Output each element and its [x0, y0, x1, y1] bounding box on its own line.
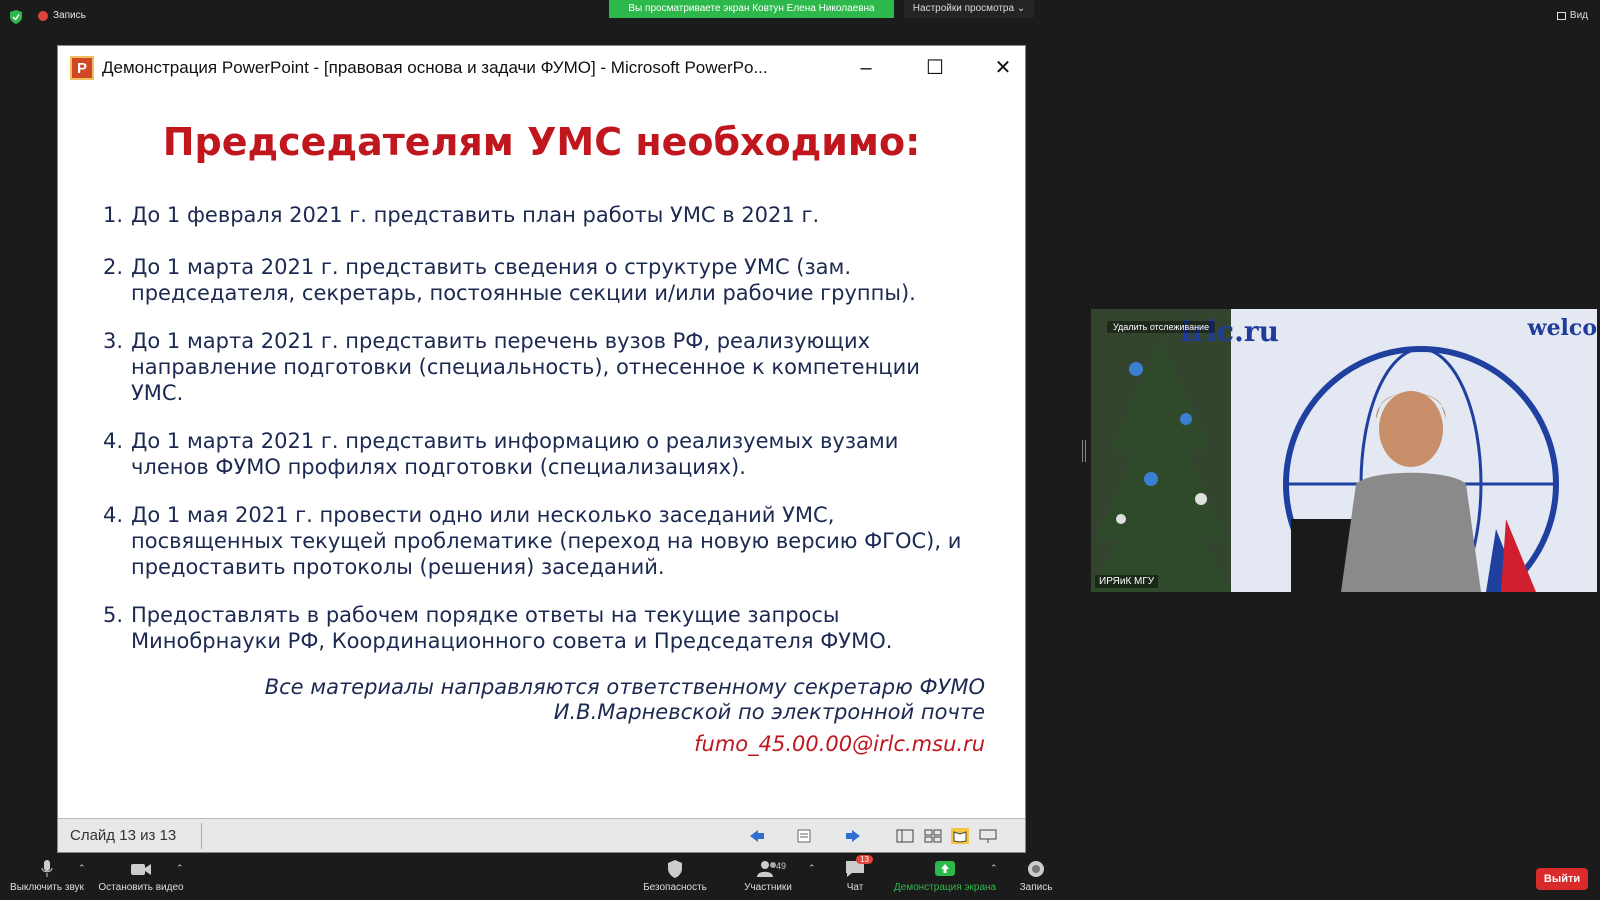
item-text: До 1 мая 2021 г. провести одно или неско… — [131, 503, 962, 579]
participants-label: Участники — [744, 882, 792, 893]
zoom-meeting-window: Запись Вы просматриваете экран Ковтун Ел… — [0, 0, 1600, 900]
ppt-titlebar: P Демонстрация PowerPoint - [правовая ос… — [58, 46, 1025, 90]
status-divider — [201, 823, 202, 849]
leave-meeting-button[interactable]: Выйти — [1536, 868, 1588, 890]
audio-options-caret-icon[interactable]: ⌃ — [78, 863, 86, 874]
item-number: 4. — [103, 429, 124, 453]
share-screen-button[interactable]: Демонстрация экрана — [892, 859, 998, 893]
participants-count: 49 — [776, 861, 787, 871]
slide-item: 4. До 1 мая 2021 г. провести одно или нес… — [103, 502, 991, 580]
item-number: 4. — [103, 503, 124, 527]
item-number: 3. — [103, 329, 124, 353]
participant-video[interactable]: irlc.ru welco Удалить отслеживание ИРЯиК… — [1091, 309, 1597, 592]
item-text: До 1 марта 2021 г. представить информаци… — [131, 429, 899, 479]
security-button[interactable]: Безопасность — [640, 859, 710, 893]
item-text: Предоставлять в рабочем порядке ответы н… — [131, 603, 893, 653]
view-settings-menu[interactable]: Настройки просмотра ⌄ — [904, 0, 1034, 18]
slide-item: 5. Предоставлять в рабочем порядке ответы… — [103, 602, 931, 654]
item-text: До 1 марта 2021 г. представить перечень … — [131, 329, 920, 405]
record-button[interactable]: Запись — [1014, 859, 1058, 893]
share-screen-icon — [935, 861, 955, 876]
next-slide-icon[interactable] — [844, 828, 862, 844]
grid-view-icon — [1556, 11, 1566, 20]
note-line-1: Все материалы направляются ответственном… — [264, 675, 985, 699]
item-number: 2. — [103, 255, 124, 279]
participants-button[interactable]: 49 Участники — [740, 859, 796, 893]
slide-item: 3. До 1 марта 2021 г. представить перечен… — [103, 328, 961, 406]
record-icon — [1028, 861, 1044, 877]
shared-powerpoint-window: P Демонстрация PowerPoint - [правовая ос… — [57, 45, 1026, 853]
chat-button[interactable]: 13 Чат — [840, 855, 873, 893]
record-dot-icon — [38, 10, 48, 21]
slide-item: 4. До 1 марта 2021 г. представить информа… — [103, 428, 941, 480]
video-options-caret-icon[interactable]: ⌃ — [176, 863, 184, 874]
view-label: Вид — [1569, 10, 1588, 21]
slideshow-icon[interactable] — [979, 828, 997, 844]
maximize-icon[interactable]: ☐ — [915, 54, 955, 82]
shield-icon[interactable] — [10, 10, 22, 24]
video-camera-icon — [131, 864, 151, 875]
minimize-icon[interactable]: – — [846, 54, 886, 82]
camera-welcome-text: welco — [1527, 315, 1597, 341]
slide-canvas: Председателям УМС необходимо: 1. До 1 фев… — [58, 90, 1025, 830]
chat-label: Чат — [846, 882, 864, 893]
item-text: До 1 марта 2021 г. представить сведения … — [131, 255, 916, 305]
item-number: 1. — [103, 203, 124, 227]
mute-button[interactable]: Выключить звук — [8, 859, 86, 893]
powerpoint-logo-icon: P — [70, 56, 94, 80]
panel-splitter[interactable] — [1082, 440, 1086, 462]
note-line-2: И.В.Марневской по электронной почте — [553, 700, 985, 724]
stop-video-button[interactable]: Остановить видео — [98, 859, 184, 893]
share-screen-label: Демонстрация экрана — [893, 882, 997, 893]
item-number: 5. — [103, 603, 124, 627]
ppt-status-bar: Слайд 13 из 13 — [58, 818, 1025, 852]
slide-note: Все материалы направляются ответственном… — [265, 675, 985, 725]
slide-item: 2. До 1 марта 2021 г. представить сведени… — [103, 254, 971, 306]
mute-label: Выключить звук — [10, 882, 84, 893]
close-icon[interactable]: ✕ — [983, 54, 1023, 82]
share-options-caret-icon[interactable]: ⌃ — [990, 863, 998, 874]
security-shield-icon — [668, 860, 682, 878]
view-button[interactable]: Вид — [1556, 10, 1588, 21]
record-label: Запись — [1019, 882, 1053, 893]
participant-name: ИРЯиК МГУ — [1095, 575, 1159, 588]
slide-item: 1. До 1 февраля 2021 г. представить план … — [103, 202, 991, 228]
top-bar: Запись Вы просматриваете экран Ковтун Ел… — [0, 0, 1600, 34]
reading-view-icon[interactable] — [951, 828, 969, 844]
recording-label: Запись — [53, 10, 86, 21]
item-text: До 1 февраля 2021 г. представить план ра… — [131, 203, 820, 227]
security-label: Безопасность — [643, 882, 707, 893]
webcam-image — [1091, 309, 1597, 592]
screen-share-banner: Вы просматриваете экран Ковтун Елена Ник… — [609, 0, 894, 18]
slide-title: Председателям УМС необходимо: — [162, 120, 921, 164]
stop-video-label: Остановить видео — [98, 882, 184, 893]
remove-tracking-button[interactable]: Удалить отслеживание — [1107, 321, 1216, 333]
contact-email: fumo_45.00.00@irlc.msu.ru — [694, 732, 985, 756]
slide-sorter-icon[interactable] — [924, 828, 942, 844]
recording-indicator[interactable]: Запись — [38, 10, 86, 21]
previous-slide-icon[interactable] — [748, 828, 766, 844]
ppt-window-title: Демонстрация PowerPoint - [правовая осно… — [102, 58, 768, 77]
chat-unread-badge: 13 — [856, 855, 873, 864]
slide-menu-icon[interactable] — [796, 828, 814, 844]
microphone-icon — [41, 860, 53, 877]
meeting-toolbar: Выключить звук ⌃ Остановить видео ⌃ Безо… — [0, 855, 1600, 900]
normal-view-icon[interactable] — [896, 828, 914, 844]
slide-counter: Слайд 13 из 13 — [70, 827, 177, 844]
participants-options-caret-icon[interactable]: ⌃ — [808, 863, 816, 874]
